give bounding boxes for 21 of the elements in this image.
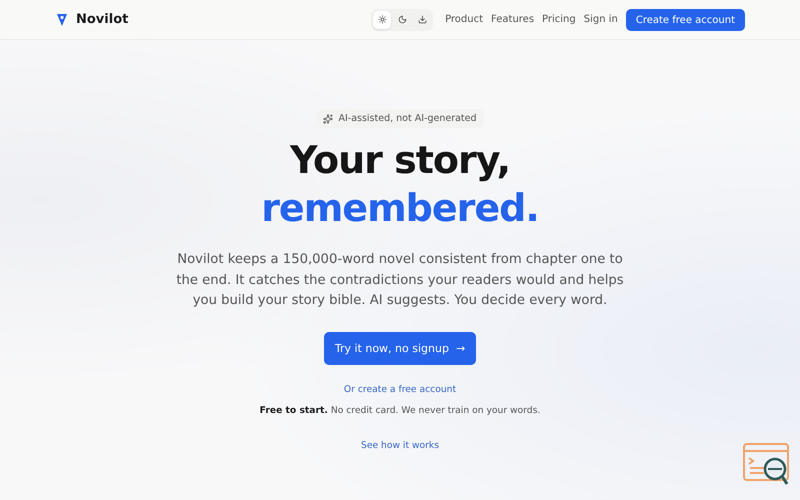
sun-icon [378,15,387,24]
browser-search-icon[interactable] [742,442,792,488]
try-now-button[interactable]: Try it now, no signup → [324,332,476,364]
create-account-button[interactable]: Create free account [626,8,745,30]
headline: remembered. [261,185,539,232]
sparkles-icon [323,114,334,124]
moon-icon [398,15,407,24]
description: Novilot keeps a 150,000-word novel consistent from chapter one to the end. It catches the contradictions your readers would and helps you build your story bible. AI suggests. You decide every word. [175,251,625,310]
badge-text: AI-assisted, not AI-generated [338,113,477,124]
pricing-note: Free to start. No credit card. We never train on your words. [260,404,540,416]
brand-name: Novilot [76,12,128,27]
pin-logo-icon [56,12,68,26]
create-account-link[interactable]: Or create a free account [344,384,456,394]
nav-link[interactable]: Features [491,14,534,25]
nav-link[interactable]: Sign in [584,14,618,25]
how-it-works-link[interactable]: See how it works [360,440,440,450]
light-theme-button[interactable] [373,10,392,28]
nav-link[interactable]: Product [445,14,484,25]
nav-link[interactable]: Pricing [542,14,576,25]
headline: Your story, [290,137,510,184]
download-icon [418,15,427,24]
